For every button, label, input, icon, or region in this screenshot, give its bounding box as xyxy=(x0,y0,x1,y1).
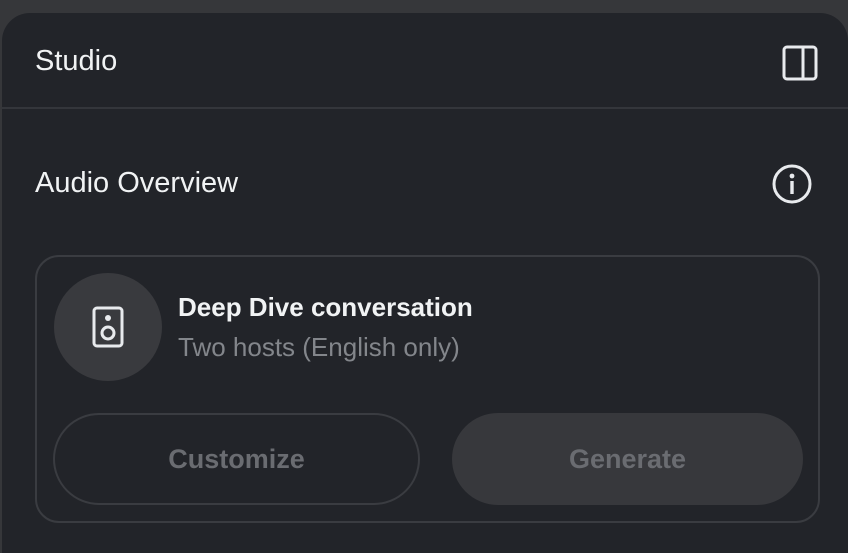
card-title: Deep Dive conversation xyxy=(178,292,473,322)
customize-button[interactable]: Customize xyxy=(53,413,420,505)
info-icon xyxy=(772,164,812,204)
audio-overview-title: Audio Overview xyxy=(35,167,239,199)
panel-toggle-button[interactable] xyxy=(782,45,818,81)
studio-header: Studio xyxy=(2,13,848,109)
studio-panel: Studio Audio Overview Deep Dive conversa… xyxy=(2,13,848,553)
generate-label: Generate xyxy=(568,443,687,474)
speaker-icon xyxy=(92,306,124,348)
generate-button[interactable]: Generate xyxy=(452,413,803,505)
deep-dive-card: Deep Dive conversation Two hosts (Englis… xyxy=(35,255,820,523)
speaker-avatar xyxy=(54,273,162,381)
panel-toggle-icon xyxy=(782,45,818,81)
card-subtitle: Two hosts (English only) xyxy=(178,332,460,362)
info-button[interactable] xyxy=(771,163,813,205)
customize-label: Customize xyxy=(168,443,305,474)
studio-title: Studio xyxy=(35,45,118,77)
